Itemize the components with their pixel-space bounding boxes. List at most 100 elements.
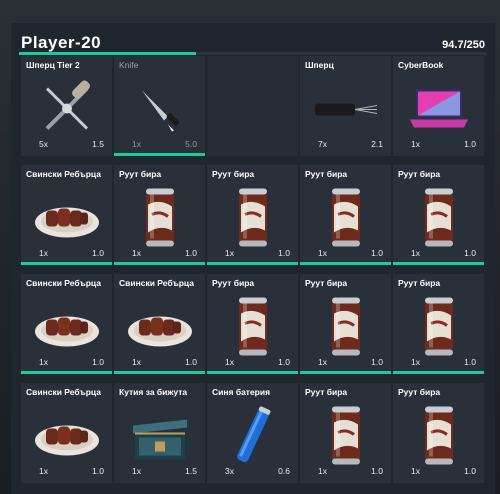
inventory-grid: Шперц Tier 2 5x 1.5 Knife 1x 5.0 Шперц 7x 2.1 Cyb… — [21, 56, 487, 483]
item-quantity: 1x — [39, 248, 48, 258]
inventory-slot[interactable]: Свински Ребърца 1x 1.0 — [114, 274, 205, 374]
item-name: Руут бира — [305, 278, 348, 288]
inventory-slot[interactable]: Knife 1x 5.0 — [114, 56, 205, 156]
item-durability-bar — [300, 371, 391, 374]
inventory-slot[interactable]: Руут бира 1x 1.0 — [207, 165, 298, 265]
item-name: Руут бира — [398, 169, 441, 179]
laptop-icon — [408, 86, 470, 137]
lockpick-tool-icon — [311, 94, 381, 129]
inventory-slot-empty[interactable] — [207, 56, 298, 156]
item-weight: 0.6 — [278, 466, 290, 476]
item-durability-bar — [21, 262, 112, 265]
item-weight: 1.0 — [371, 357, 383, 367]
item-name: Кутия за бижута — [119, 387, 188, 397]
ribs-icon — [125, 304, 195, 355]
item-quantity: 1x — [318, 466, 327, 476]
item-name: CyberBook — [398, 60, 444, 70]
rootbeer-can-icon — [328, 294, 364, 365]
rootbeer-can-icon — [142, 185, 178, 256]
item-weight: 1.0 — [371, 248, 383, 258]
item-name: Свински Ребърца — [26, 278, 101, 288]
inventory-slot[interactable]: Руут бира 1x 1.0 — [300, 383, 391, 483]
item-name: Свински Ребърца — [119, 278, 194, 288]
item-name: Руут бира — [212, 169, 255, 179]
inventory-slot[interactable]: Руут бира 1x 1.0 — [393, 274, 484, 374]
inventory-slot[interactable]: Кутия за бижута 1x 1.5 — [114, 383, 205, 483]
item-name: Руут бира — [305, 387, 348, 397]
inventory-slot[interactable]: Свински Ребърца 1x 1.0 — [21, 383, 112, 483]
item-quantity: 1x — [225, 248, 234, 258]
item-name: Шперц Tier 2 — [26, 60, 80, 70]
item-name: Руут бира — [398, 387, 441, 397]
inventory-slot[interactable]: Руут бира 1x 1.0 — [300, 165, 391, 265]
item-name: Руут бира — [212, 278, 255, 288]
item-name: Knife — [119, 60, 139, 70]
rootbeer-can-icon — [235, 185, 271, 256]
item-weight: 2.1 — [371, 139, 383, 149]
item-durability-bar — [114, 371, 205, 374]
item-durability-bar — [114, 153, 205, 156]
inventory-slot[interactable]: Свински Ребърца 1x 1.0 — [21, 165, 112, 265]
inventory-slot[interactable]: Руут бира 1x 1.0 — [393, 383, 484, 483]
item-quantity: 1x — [411, 466, 420, 476]
rootbeer-can-icon — [421, 185, 457, 256]
inventory-slot[interactable]: Шперц 7x 2.1 — [300, 56, 391, 156]
weight-bar-fill — [19, 52, 197, 55]
item-weight: 1.0 — [185, 248, 197, 258]
item-weight: 1.5 — [92, 139, 104, 149]
item-quantity: 1x — [132, 357, 141, 367]
weight-bar — [19, 52, 487, 55]
item-weight: 1.0 — [278, 357, 290, 367]
item-quantity: 1x — [318, 248, 327, 258]
ribs-icon — [32, 195, 102, 246]
inventory-panel: Player-20 94.7/250 Шперц Tier 2 5x 1.5 Knif… — [11, 23, 495, 494]
rootbeer-can-icon — [421, 294, 457, 365]
inventory-slot[interactable]: Руут бира 1x 1.0 — [393, 165, 484, 265]
item-weight: 1.0 — [464, 357, 476, 367]
item-quantity: 1x — [39, 357, 48, 367]
item-name: Свински Ребърца — [26, 169, 101, 179]
inventory-slot[interactable]: Руут бира 1x 1.0 — [207, 274, 298, 374]
item-quantity: 7x — [318, 139, 327, 149]
item-weight: 5.0 — [185, 139, 197, 149]
rootbeer-can-icon — [235, 294, 271, 365]
item-weight: 1.0 — [464, 248, 476, 258]
item-weight: 1.0 — [278, 248, 290, 258]
inventory-weight: 94.7/250 — [442, 39, 485, 51]
rootbeer-can-icon — [421, 403, 457, 474]
item-durability-bar — [393, 371, 484, 374]
item-weight: 1.0 — [92, 357, 104, 367]
item-quantity: 1x — [132, 248, 141, 258]
item-durability-bar — [207, 262, 298, 265]
inventory-title: Player-20 — [21, 33, 102, 52]
ribs-icon — [32, 413, 102, 464]
item-name: Руут бира — [305, 169, 348, 179]
item-quantity: 1x — [411, 357, 420, 367]
item-quantity: 1x — [411, 139, 420, 149]
item-durability-bar — [114, 262, 205, 265]
item-weight: 1.0 — [92, 466, 104, 476]
item-weight: 1.0 — [185, 357, 197, 367]
lockpick-icon — [37, 79, 97, 144]
item-name: Руут бира — [119, 169, 162, 179]
inventory-slot[interactable]: Руут бира 1x 1.0 — [300, 274, 391, 374]
knife-icon — [130, 79, 190, 144]
ribs-icon — [32, 304, 102, 355]
inventory-slot[interactable]: CyberBook 1x 1.0 — [393, 56, 484, 156]
blue-battery-icon — [233, 404, 273, 473]
item-quantity: 1x — [39, 466, 48, 476]
inventory-slot[interactable]: Руут бира 1x 1.0 — [114, 165, 205, 265]
item-quantity: 1x — [132, 139, 141, 149]
item-quantity: 5x — [39, 139, 48, 149]
item-durability-bar — [21, 371, 112, 374]
item-weight: 1.0 — [92, 248, 104, 258]
inventory-slot[interactable]: Шперц Tier 2 5x 1.5 — [21, 56, 112, 156]
item-weight: 1.5 — [185, 466, 197, 476]
item-name: Руут бира — [398, 278, 441, 288]
item-name: Синя батерия — [212, 387, 271, 397]
inventory-slot[interactable]: Свински Ребърца 1x 1.0 — [21, 274, 112, 374]
item-weight: 1.0 — [464, 139, 476, 149]
inventory-slot[interactable]: Синя батерия 3x 0.6 — [207, 383, 298, 483]
item-quantity: 1x — [411, 248, 420, 258]
item-durability-bar — [207, 371, 298, 374]
